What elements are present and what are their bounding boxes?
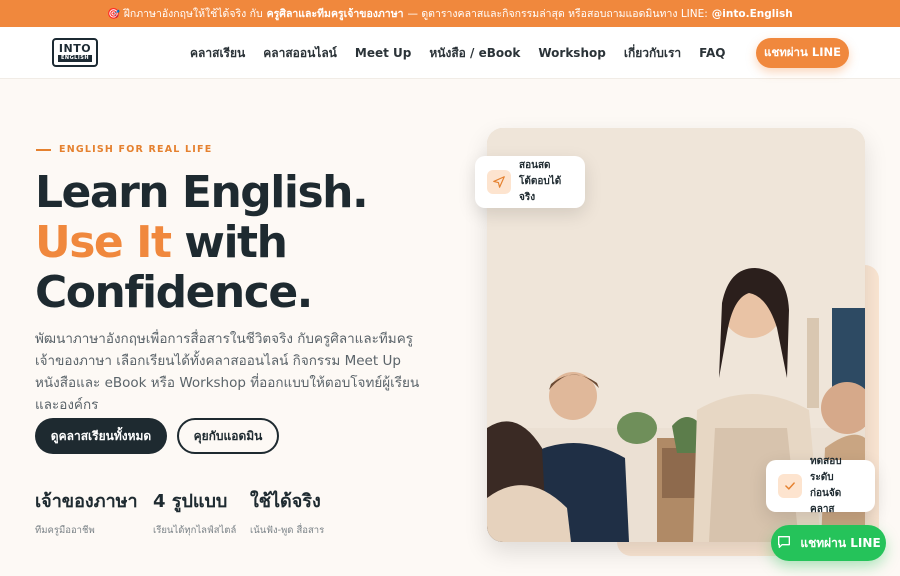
live-teaching-badge: สอนสด โต้ตอบได้จริง	[475, 156, 585, 208]
primary-menu: คลาสเรียน คลาสออนไลน์ Meet Up หนังสือ / …	[190, 27, 725, 79]
stat-caption: เรียนได้ทุกไลฟ์สไตล์	[153, 525, 237, 536]
hero-title-line2-rest: with	[170, 217, 288, 268]
logo-text-bottom: ENGLISH	[57, 55, 93, 62]
badge-line1: สอนสด	[519, 160, 551, 171]
hero-description: พัฒนาภาษาอังกฤษเพื่อการสื่อสารในชีวิตจริ…	[35, 331, 420, 413]
main-navbar: INTO ENGLISH คลาสเรียน คลาสออนไลน์ Meet …	[0, 27, 900, 79]
eyebrow-dash	[36, 148, 51, 151]
announcement-text: 🎯 ฝึกภาษาอังกฤษให้ใช้ได้จริง กับ	[107, 8, 263, 20]
level-test-text: ทดสอบระดับ ก่อนจัดคลาส	[810, 454, 863, 518]
hero-title-accent: Use It	[35, 217, 172, 268]
stat-value: 4 รูปแบบ	[153, 491, 228, 512]
nav-item-workshop[interactable]: Workshop	[538, 46, 605, 60]
nav-item-books[interactable]: หนังสือ / eBook	[429, 44, 520, 63]
floating-line-label: แชทผ่าน LINE	[800, 535, 881, 550]
site-logo[interactable]: INTO ENGLISH	[52, 38, 98, 67]
nav-item-online-classes[interactable]: คลาสออนไลน์	[263, 44, 337, 63]
stat-native-speakers: เจ้าของภาษา ทีมครูมืออาชีพ	[35, 486, 138, 538]
chat-with-admin-button[interactable]: คุยกับแอดมิน	[177, 418, 279, 454]
stat-value: เจ้าของภาษา	[35, 491, 138, 512]
hero-title-line3: Confidence.	[35, 267, 313, 318]
stat-caption: ทีมครูมืออาชีพ	[35, 525, 95, 536]
stat-caption: เน้นฟัง-พูด สื่อสาร	[250, 525, 325, 536]
view-all-classes-button[interactable]: ดูคลาสเรียนทั้งหมด	[35, 418, 167, 454]
badge-line2: โต้ตอบได้จริง	[519, 176, 562, 203]
announcement-details: — ดูตารางคลาสและกิจกรรมล่าสุด หรือสอบถาม…	[407, 8, 708, 20]
level-test-badge: ทดสอบระดับ ก่อนจัดคลาส	[766, 456, 875, 515]
badge-line2: ก่อนจัดคลาส	[810, 488, 842, 515]
badge-line1: ทดสอบระดับ	[810, 456, 842, 483]
eyebrow-text: ENGLISH FOR REAL LIFE	[59, 144, 213, 155]
stat-practical: ใช้ได้จริง เน้นฟัง-พูด สื่อสาร	[250, 486, 324, 538]
hero-title-line1: Learn English.	[35, 167, 369, 218]
hero-eyebrow: ENGLISH FOR REAL LIFE	[36, 144, 212, 155]
floating-line-chat-button[interactable]: แชทผ่าน LINE	[771, 525, 886, 561]
header-line-chat-button[interactable]: แชทผ่าน LINE	[756, 38, 849, 68]
check-icon	[778, 474, 802, 498]
announcement-bar: 🎯 ฝึกภาษาอังกฤษให้ใช้ได้จริง กับ ครูศิลา…	[0, 0, 900, 27]
nav-item-classes[interactable]: คลาสเรียน	[190, 44, 245, 63]
chat-bubble-icon	[776, 534, 792, 553]
stat-value: ใช้ได้จริง	[250, 491, 321, 512]
announcement-highlight: ครูศิลาและทีมครูเจ้าของภาษา	[266, 8, 404, 20]
nav-item-about[interactable]: เกี่ยวกับเรา	[624, 44, 681, 63]
send-icon	[487, 170, 511, 194]
hero-title: Learn English. Use It with Confidence.	[35, 167, 369, 318]
nav-item-faq[interactable]: FAQ	[699, 46, 725, 60]
live-teaching-text: สอนสด โต้ตอบได้จริง	[519, 158, 573, 206]
nav-item-meet-up[interactable]: Meet Up	[355, 46, 411, 60]
logo-text-top: INTO	[58, 42, 92, 55]
announcement-line-id[interactable]: @into.English	[712, 8, 793, 20]
stat-formats: 4 รูปแบบ เรียนได้ทุกไลฟ์สไตล์	[153, 486, 236, 538]
